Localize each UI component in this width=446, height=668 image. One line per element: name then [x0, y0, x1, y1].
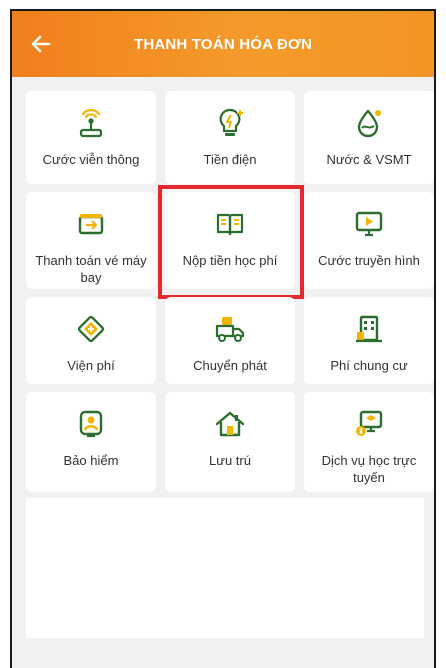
tv-play-icon [351, 206, 387, 242]
open-book-icon [212, 206, 248, 242]
page-title: THANH TOÁN HÓA ĐƠN [133, 35, 313, 53]
service-insurance[interactable]: Bảo hiểm [26, 392, 156, 492]
service-label: Cước truyền hình [318, 253, 420, 268]
service-label: Chuyển phát [193, 358, 267, 373]
service-label: Cước viễn thông [42, 152, 140, 167]
service-hospital-fee[interactable]: Viện phí [26, 297, 156, 384]
plane-ticket-icon [73, 206, 109, 242]
arrow-left-icon [31, 35, 51, 53]
service-electricity[interactable]: Tiền điện [165, 91, 295, 184]
empty-content-panel [26, 498, 424, 638]
screenshot-top-margin [0, 0, 446, 9]
app-header: THANH TOÁN HÓA ĐƠN [12, 11, 434, 77]
service-accommodation[interactable]: Lưu trú [165, 392, 295, 492]
antenna-icon [73, 105, 109, 141]
insurance-person-icon [73, 406, 109, 442]
service-telecom[interactable]: Cước viễn thông [26, 91, 156, 184]
service-apartment-fee[interactable]: Phí chung cư [304, 297, 434, 384]
service-online-learning[interactable]: Dịch vụ học trực tuyến [304, 392, 434, 492]
service-label: Thanh toán vé máy bay [35, 253, 147, 285]
medical-cross-icon [73, 311, 109, 347]
service-tuition-fee[interactable]: Nộp tiền học phí [158, 185, 304, 299]
service-delivery[interactable]: Chuyển phát [165, 297, 295, 384]
apartment-building-icon [351, 311, 387, 347]
service-label: Bảo hiểm [63, 453, 119, 468]
service-label: Nước & VSMT [326, 152, 412, 167]
service-label: Viện phí [67, 358, 115, 373]
phone-screen: THANH TOÁN HÓA ĐƠN Cước viễn thông Tiền … [10, 9, 436, 668]
service-label: Nộp tiền học phí [182, 253, 278, 268]
service-label: Dịch vụ học trực tuyến [321, 453, 417, 485]
water-drop-icon [351, 105, 387, 141]
back-button[interactable] [28, 31, 54, 57]
service-label: Lưu trú [209, 453, 251, 468]
house-icon [212, 406, 248, 442]
service-label: Phí chung cư [330, 358, 408, 373]
lightbulb-icon [212, 105, 248, 141]
delivery-truck-icon [212, 311, 248, 347]
service-water[interactable]: Nước & VSMT [304, 91, 434, 184]
service-grid: Cước viễn thông Tiền điện Nước & VSMT Th… [26, 91, 434, 492]
online-learning-icon [351, 406, 387, 442]
service-flight-ticket[interactable]: Thanh toán vé máy bay [26, 192, 156, 289]
service-label: Tiền điện [203, 152, 257, 167]
service-tv[interactable]: Cước truyền hình [304, 192, 434, 289]
